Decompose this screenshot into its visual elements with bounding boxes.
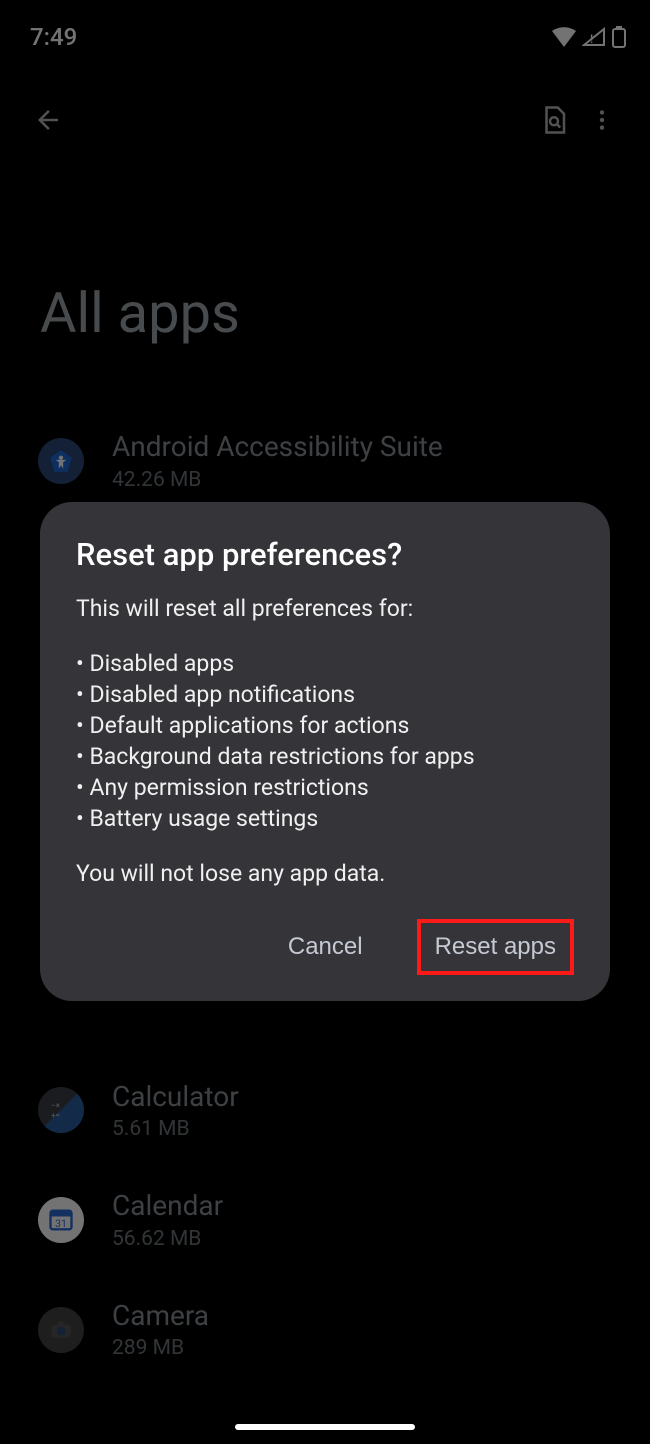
svg-text:+=: += (51, 1111, 60, 1120)
more-options-button[interactable] (578, 96, 626, 144)
svg-text:−×: −× (51, 1101, 60, 1110)
app-size: 42.26 MB (112, 468, 443, 492)
app-size: 5.61 MB (112, 1117, 239, 1141)
app-icon-calculator: −×+= (38, 1087, 84, 1133)
app-name: Calendar (112, 1189, 223, 1223)
search-in-page-icon (539, 105, 569, 135)
app-item-calendar[interactable]: 31 Calendar 56.62 MB (18, 1165, 632, 1275)
dialog-title: Reset app preferences? (76, 536, 574, 573)
more-vert-icon (589, 107, 615, 133)
dialog-bullets: Disabled apps Disabled app notifications… (76, 648, 574, 834)
arrow-back-icon (33, 105, 63, 135)
app-name: Camera (112, 1299, 209, 1333)
signal-icon: ! (582, 27, 606, 47)
app-item-calculator[interactable]: −×+= Calculator 5.61 MB (18, 1056, 632, 1166)
app-icon-camera (38, 1307, 84, 1353)
tutorial-highlight: Reset apps (417, 919, 574, 975)
app-item-camera[interactable]: Camera 289 MB (18, 1275, 632, 1385)
svg-text:31: 31 (55, 1217, 67, 1230)
cancel-button[interactable]: Cancel (270, 919, 381, 975)
status-icons: ! (552, 26, 626, 48)
dialog-bullet: Battery usage settings (76, 803, 574, 834)
reset-apps-button[interactable]: Reset apps (435, 933, 556, 961)
svg-text:!: ! (590, 32, 593, 46)
dialog-actions: Cancel Reset apps (76, 919, 574, 975)
dialog-bullet: Disabled app notifications (76, 679, 574, 710)
dialog-bullet: Default applications for actions (76, 710, 574, 741)
status-bar: 7:49 ! (0, 0, 650, 60)
app-name: Calculator (112, 1080, 239, 1114)
gesture-bar[interactable] (235, 1424, 415, 1430)
battery-icon (612, 26, 626, 48)
app-name: Android Accessibility Suite (112, 430, 443, 464)
dialog-lead: This will reset all preferences for: (76, 593, 574, 624)
app-item-accessibility[interactable]: Android Accessibility Suite 42.26 MB (18, 406, 632, 516)
toolbar (0, 60, 650, 150)
back-button[interactable] (24, 96, 72, 144)
dialog-footer: You will not lose any app data. (76, 858, 574, 889)
dialog-bullet: Background data restrictions for apps (76, 741, 574, 772)
status-time: 7:49 (30, 23, 77, 51)
reset-preferences-dialog: Reset app preferences? This will reset a… (40, 502, 610, 1001)
dialog-body: This will reset all preferences for: Dis… (76, 593, 574, 889)
app-icon-calendar: 31 (38, 1197, 84, 1243)
dialog-bullet: Any permission restrictions (76, 772, 574, 803)
app-size: 289 MB (112, 1336, 209, 1360)
search-button[interactable] (530, 96, 578, 144)
dialog-bullet: Disabled apps (76, 648, 574, 679)
app-icon-accessibility (38, 438, 84, 484)
app-size: 56.62 MB (112, 1227, 223, 1251)
page-title: All apps (0, 150, 650, 406)
wifi-icon (552, 27, 576, 47)
